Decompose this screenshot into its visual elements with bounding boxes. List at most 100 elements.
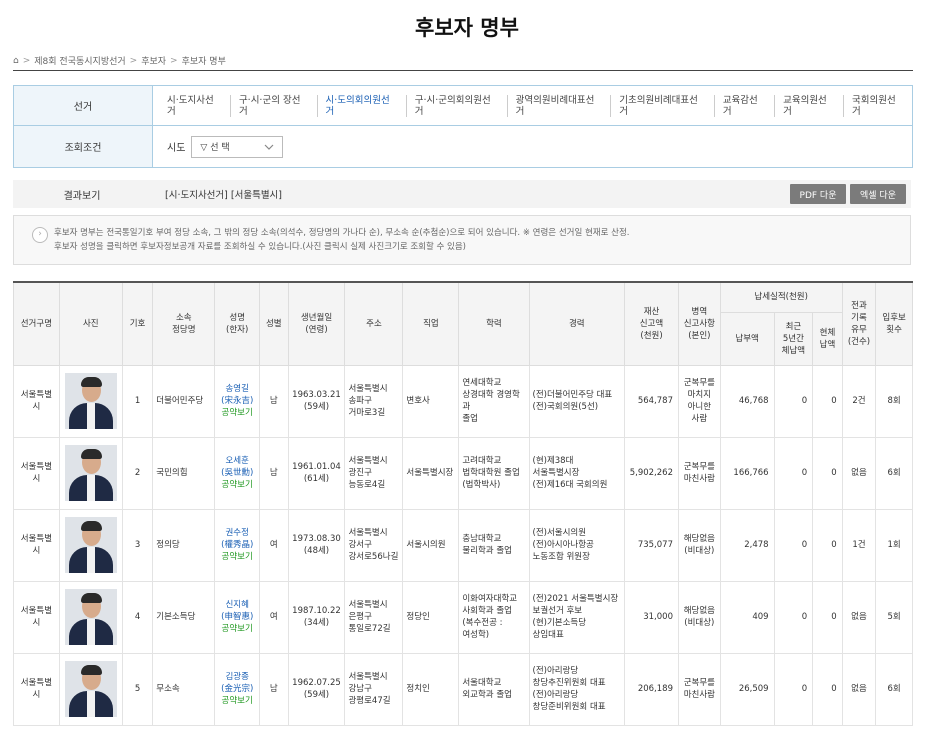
sido-select[interactable]: ▽ 선 택 (191, 135, 284, 158)
tab-election[interactable]: 구·시·군의회의원선거 (405, 94, 507, 117)
header-gender: 성별 (259, 281, 289, 366)
cell-military: 군복무를 마친사람 (677, 436, 721, 510)
cell-military: 해당없음 (비대상) (677, 508, 721, 582)
cell-birth: 1961.01.04 (292, 462, 341, 472)
cell-tax-paid: 166,766 (719, 436, 775, 510)
breadcrumb-item[interactable]: 제8회 전국동시지방선거 (34, 54, 125, 67)
pledge-link[interactable]: 공약보기 (218, 479, 256, 491)
cell-career: (전)아리랑당 창당추진위원회 대표 (전)아리랑당 창당준비위원회 대표 (528, 652, 626, 726)
breadcrumb-item[interactable]: 후보자 명부 (182, 54, 226, 67)
header-birth: 생년월일 (연령) (287, 281, 346, 366)
header-tax-arrears5: 최근 5년간 체납액 (773, 311, 814, 366)
cell-criminal: 1건 (841, 508, 877, 582)
tab-election[interactable]: 교육의원선거 (774, 94, 843, 117)
tab-election[interactable]: 구·시·군의 장선거 (229, 94, 317, 117)
cell-education: 충남대학교 물리학과 졸업 (458, 508, 530, 582)
chevron-down-icon (264, 144, 274, 150)
cell-address: 서울특별시 강남구 광평로47길 (344, 652, 404, 726)
candidate-hanja[interactable]: (申智惠) (218, 611, 256, 623)
candidate-name-link[interactable]: 권수정 (218, 527, 256, 539)
notice-line: 후보자 성명을 클릭하면 후보자정보공개 자료를 조회하실 수 있습니다.(사진… (54, 242, 467, 252)
tab-election[interactable]: 시·도지사선거 (167, 95, 230, 117)
table-row: 서울특별시 3 정의당 권수정 (權秀晶) 공약보기 여 1973.08.30 (48세) 서울특… (13, 508, 913, 582)
cell-military: 해당없음 (비대상) (677, 580, 721, 654)
cell-property: 735,077 (624, 508, 679, 582)
cell-tax-current: 0 (812, 580, 843, 654)
home-icon[interactable]: ⌂ (13, 56, 19, 66)
cell-military: 군복무를 마친사람 (677, 652, 721, 726)
sido-label: 시도 (167, 143, 186, 154)
cell-military: 군복무를 마치지 아니한 사람 (677, 364, 721, 438)
candidate-photo[interactable] (64, 373, 117, 429)
cell-job: 정당인 (402, 580, 460, 654)
divider (13, 70, 913, 71)
cell-education: 연세대학교 상경대학 경영학과 졸업 (458, 364, 530, 438)
cell-party: 무소속 (152, 652, 216, 726)
breadcrumb-item[interactable]: 후보자 (141, 54, 166, 67)
cell-district: 서울특별시 (13, 364, 60, 438)
cell-property: 206,189 (624, 652, 679, 726)
candidate-hanja[interactable]: (吳世勳) (218, 467, 256, 479)
tab-election[interactable]: 국회의원선거 (843, 94, 912, 117)
candidate-name-link[interactable]: 신지혜 (218, 599, 256, 611)
candidate-photo[interactable] (64, 445, 117, 501)
cell-number: 5 (121, 652, 154, 726)
cell-party: 국민의힘 (152, 436, 216, 510)
cell-tax-arrears5: 0 (773, 580, 814, 654)
excel-download-button[interactable]: 엑셀 다운 (850, 184, 906, 204)
tab-election[interactable]: 광역의원비례대표선거 (506, 94, 611, 117)
candidate-name-link[interactable]: 송영길 (218, 383, 256, 395)
candidate-hanja[interactable]: (權秀晶) (218, 539, 256, 551)
candidate-hanja[interactable]: (金光宗) (218, 683, 256, 695)
cell-number: 3 (121, 508, 154, 582)
pledge-link[interactable]: 공약보기 (218, 623, 256, 635)
cell-gender: 여 (259, 580, 289, 654)
cell-number: 4 (121, 580, 154, 654)
header-runs: 입후보 횟수 (875, 281, 913, 366)
candidate-hanja[interactable]: (宋永吉) (218, 395, 256, 407)
cell-address: 서울특별시 은평구 통일로72길 (344, 580, 404, 654)
cell-job: 서울시의원 (402, 508, 460, 582)
tab-election[interactable]: 교육감선거 (713, 94, 774, 117)
pdf-download-button[interactable]: PDF 다운 (790, 184, 846, 204)
cell-tax-arrears5: 0 (773, 652, 814, 726)
page-title: 후보자 명부 (415, 16, 519, 40)
cell-address: 서울특별시 송파구 거마로3길 (344, 364, 404, 438)
candidate-photo[interactable] (64, 661, 117, 717)
tab-election[interactable]: 기초의원비례대표선거 (610, 94, 714, 117)
cell-career: (전)2021 서울특별시장 보궐선거 후보 (현)기본소득당 상임대표 (528, 580, 626, 654)
cell-party: 더불어민주당 (152, 364, 216, 438)
notice-box: › 후보자 명부는 전국통일기호 부여 정당 소속, 그 밖의 정당 소속(의석… (13, 215, 911, 265)
cell-number: 1 (121, 364, 154, 438)
candidate-name-link[interactable]: 오세훈 (218, 455, 256, 467)
election-label: 선거 (14, 86, 153, 125)
table-row: 서울특별시 4 기본소득당 신지혜 (申智惠) 공약보기 여 1987.10.22 (34세) 서… (13, 580, 913, 654)
pledge-link[interactable]: 공약보기 (218, 695, 256, 707)
header-tax-group: 납세실적(천원) (719, 281, 843, 313)
cell-runs: 5회 (875, 580, 913, 654)
cell-career: (전)더불어민주당 대표 (전)국회의원(5선) (528, 364, 626, 438)
cell-party: 정의당 (152, 508, 216, 582)
cell-criminal: 없음 (841, 436, 877, 510)
cell-gender: 남 (259, 364, 289, 438)
cell-runs: 8회 (875, 364, 913, 438)
pledge-link[interactable]: 공약보기 (218, 407, 256, 419)
cell-education: 이화여자대학교 사회학과 졸업 (복수전공 : 여성학) (458, 580, 530, 654)
cell-age: (48세) (303, 546, 330, 556)
cell-career: (전)서울시의원 (전)아시아나항공 노동조합 위원장 (528, 508, 626, 582)
cell-gender: 남 (259, 436, 289, 510)
cell-criminal: 2건 (841, 364, 877, 438)
cell-birth: 1987.10.22 (292, 606, 341, 616)
candidate-photo[interactable] (64, 589, 117, 645)
cell-tax-current: 0 (812, 436, 843, 510)
cell-birth: 1962.07.25 (292, 678, 341, 688)
tab-election-active[interactable]: 시·도의회의원선거 (316, 94, 406, 117)
header-tax-paid: 납부액 (719, 311, 775, 366)
cell-job: 서울특별시장 (402, 436, 460, 510)
pledge-link[interactable]: 공약보기 (218, 551, 256, 563)
candidate-photo[interactable] (64, 517, 117, 573)
header-address: 주소 (344, 281, 404, 366)
header-party: 소속 정당명 (152, 281, 216, 366)
candidate-name-link[interactable]: 김광종 (218, 671, 256, 683)
cell-district: 서울특별시 (13, 652, 60, 726)
